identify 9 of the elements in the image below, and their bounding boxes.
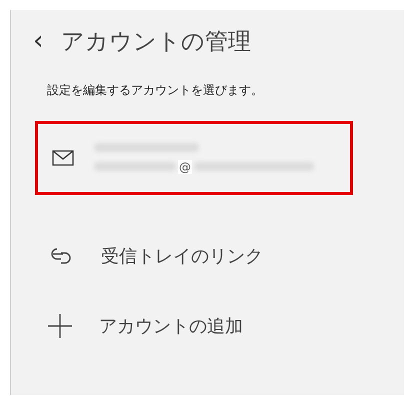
linked-inbox-button[interactable]: 受信トレイのリンク — [47, 239, 404, 273]
back-button[interactable]: ‹ — [33, 28, 61, 54]
email-at-sign: @ — [178, 160, 192, 174]
instruction-text: 設定を編集するアカウントを選びます。 — [47, 82, 264, 99]
page-title: アカウントの管理 — [61, 28, 251, 56]
plus-icon — [47, 313, 73, 339]
add-account-button[interactable]: アカウントの追加 — [47, 309, 404, 343]
account-item[interactable]: @ — [35, 121, 353, 195]
mail-icon — [52, 150, 74, 166]
